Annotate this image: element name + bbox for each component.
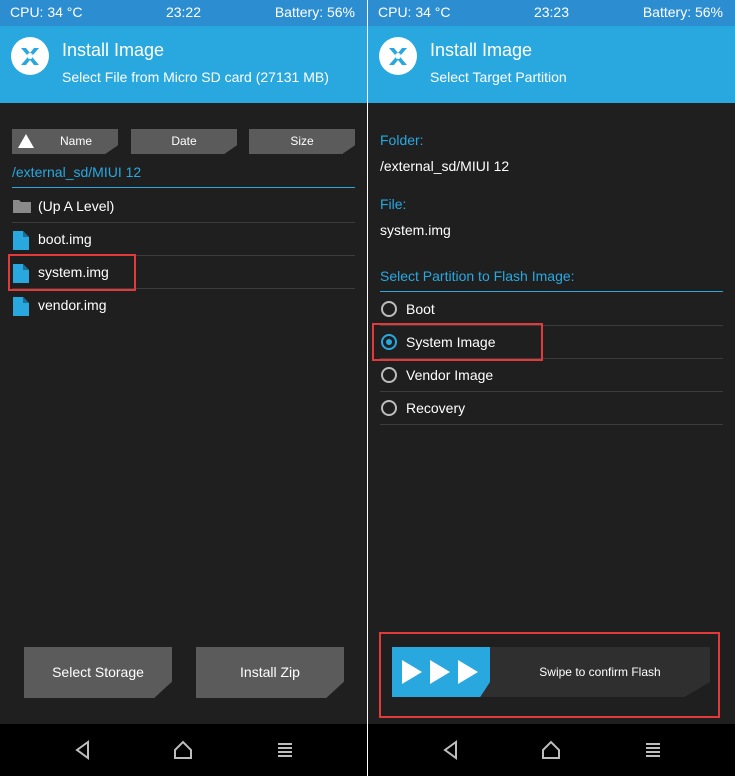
sort-ascending-icon: [18, 134, 34, 148]
highlight-box-system-image: [372, 323, 543, 361]
file-row-boot-img[interactable]: boot.img: [12, 223, 355, 256]
page-subtitle: Select Target Partition: [430, 69, 567, 85]
back-icon[interactable]: [440, 739, 462, 761]
twrp-logo-icon: [11, 37, 49, 75]
navigation-bar: [0, 724, 367, 776]
folder-label: Folder:: [380, 132, 424, 148]
install-zip-button[interactable]: Install Zip: [196, 647, 344, 698]
twrp-logo-icon: [379, 37, 417, 75]
sort-name-label: Name: [59, 134, 92, 148]
path-divider: [12, 187, 355, 188]
highlight-box-system-img: [8, 254, 136, 291]
header: Install Image Select File from Micro SD …: [0, 26, 367, 103]
partition-name: Recovery: [406, 400, 466, 416]
install-image-partition-screen: CPU: 34 °C 23:23 Battery: 56% Install Im…: [368, 0, 735, 776]
radio-button[interactable]: [381, 301, 397, 317]
recents-icon[interactable]: [274, 739, 296, 761]
page-title: Install Image: [430, 40, 533, 60]
install-image-file-screen: CPU: 34 °C 23:22 Battery: 56% Install Im…: [0, 0, 367, 776]
page-title: Install Image: [62, 40, 165, 60]
radio-button[interactable]: [381, 400, 397, 416]
header: Install Image Select Target Partition: [368, 26, 735, 103]
file-label: File:: [380, 196, 407, 212]
status-bar: CPU: 34 °C 23:23 Battery: 56%: [368, 0, 735, 26]
partition-option-vendor-image[interactable]: Vendor Image: [380, 359, 723, 392]
home-icon[interactable]: [172, 739, 194, 761]
navigation-bar: [368, 724, 735, 776]
page-subtitle: Select File from Micro SD card (27131 MB…: [62, 69, 329, 85]
highlight-box-swipe: [379, 632, 720, 718]
folder-icon: [13, 200, 31, 213]
sort-by-size-button[interactable]: Size: [249, 129, 355, 154]
folder-value: /external_sd/MIUI 12: [380, 158, 510, 174]
sort-by-date-button[interactable]: Date: [131, 129, 237, 154]
battery-status: Battery: 56%: [642, 4, 723, 20]
recents-icon[interactable]: [642, 739, 664, 761]
partition-name: Vendor Image: [406, 367, 494, 383]
file-icon: [13, 231, 29, 250]
partition-name: Boot: [406, 301, 435, 317]
file-name: (Up A Level): [38, 198, 115, 214]
status-bar: CPU: 34 °C 23:22 Battery: 56%: [0, 0, 367, 26]
file-icon: [13, 297, 29, 316]
select-partition-label: Select Partition to Flash Image:: [380, 268, 575, 284]
partition-option-boot[interactable]: Boot: [380, 293, 723, 326]
partition-divider: [380, 291, 723, 292]
row-divider: [380, 424, 723, 425]
file-value: system.img: [380, 222, 451, 238]
file-row-vendor-img[interactable]: vendor.img: [12, 289, 355, 322]
home-icon[interactable]: [540, 739, 562, 761]
radio-button[interactable]: [381, 367, 397, 383]
sort-by-name-button[interactable]: Name: [12, 129, 118, 154]
file-row-up-level[interactable]: (Up A Level): [12, 190, 355, 223]
current-path: /external_sd/MIUI 12: [12, 164, 142, 180]
file-name: vendor.img: [38, 297, 107, 313]
partition-option-recovery[interactable]: Recovery: [380, 392, 723, 425]
back-icon[interactable]: [72, 739, 94, 761]
file-name: boot.img: [38, 231, 92, 247]
battery-status: Battery: 56%: [274, 4, 355, 20]
select-storage-button[interactable]: Select Storage: [24, 647, 172, 698]
